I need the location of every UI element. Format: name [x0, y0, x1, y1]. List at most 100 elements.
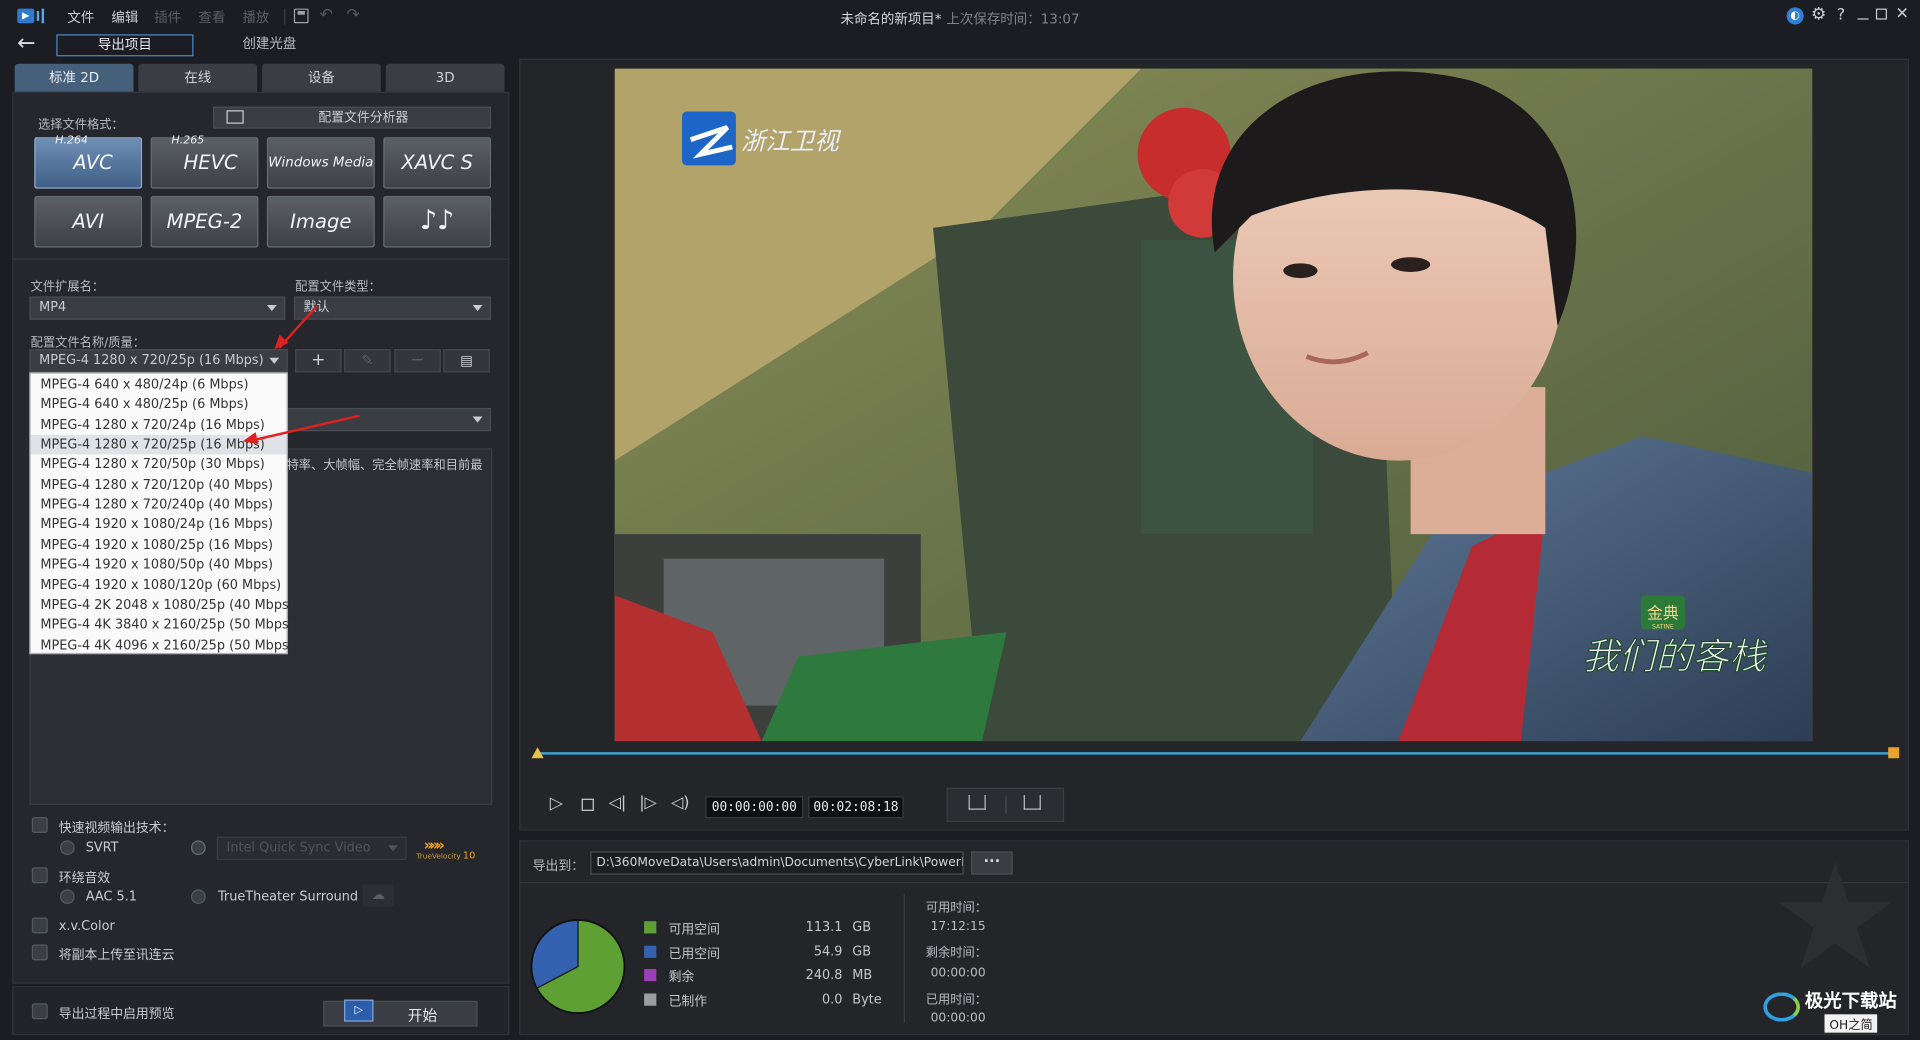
- start-button[interactable]: ▷ 开始: [323, 999, 478, 1027]
- window-title: 未命名的新项目* 上次保存时间：13:07: [0, 9, 1920, 29]
- profile-name-select[interactable]: MPEG-4 1280 x 720/25p (16 Mbps): [29, 349, 288, 373]
- video-preview: 浙江卫视 金典 SATINE 我们的客栈: [614, 68, 1813, 742]
- truetheater-settings-icon[interactable]: ☁: [362, 884, 395, 907]
- elapsed-time-label: 已用时间：: [925, 993, 987, 1007]
- profile-dropdown-list: MPEG-4 640 x 480/24p (6 Mbps) MPEG-4 640 …: [29, 372, 294, 655]
- profile-type-select[interactable]: 默认: [293, 296, 492, 320]
- format-image-button[interactable]: Image: [266, 196, 375, 248]
- help-icon[interactable]: ?: [1837, 6, 1845, 24]
- restore-icon[interactable]: [1875, 8, 1887, 20]
- svrt-radio[interactable]: [60, 840, 75, 856]
- dropdown-option[interactable]: MPEG-4 1280 x 720/240p (40 Mbps): [31, 495, 287, 515]
- tab-online[interactable]: 在线: [138, 63, 258, 92]
- tab-device[interactable]: 设备: [262, 63, 381, 92]
- profile-details-button[interactable]: ▤: [443, 349, 490, 373]
- legend-swatch: [644, 921, 657, 934]
- format-wmv-button[interactable]: Windows Media: [266, 137, 375, 189]
- close-icon[interactable]: ✕: [1896, 5, 1909, 23]
- site-watermark: 极光下载站 OH之简: [1763, 987, 1915, 1036]
- timeline-end-marker[interactable]: [1888, 747, 1900, 759]
- dropdown-option[interactable]: MPEG-4 1280 x 720/24p (16 Mbps): [31, 415, 287, 435]
- upload-cloud-checkbox[interactable]: [31, 944, 48, 961]
- truevelocity-text: TrueVelocity: [416, 852, 461, 862]
- elapsed-time-value: 00:00:00: [930, 1011, 986, 1026]
- dropdown-option[interactable]: MPEG-4 1280 x 720/50p (30 Mbps): [31, 455, 287, 475]
- file-extension-label: 文件扩展名：: [30, 280, 105, 294]
- aac-radio[interactable]: [60, 889, 75, 905]
- available-time-label: 可用时间：: [925, 901, 987, 916]
- format-audio-button[interactable]: ♪♪: [383, 196, 492, 248]
- add-profile-button[interactable]: +: [295, 349, 342, 373]
- file-extension-select[interactable]: MP4: [29, 296, 286, 320]
- dropdown-option[interactable]: MPEG-4 1920 x 1080/50p (40 Mbps): [31, 555, 287, 575]
- start-film-icon: ▷: [344, 999, 374, 1022]
- back-arrow-icon[interactable]: ←: [17, 31, 35, 57]
- format-avc-button[interactable]: H.264 AVC: [34, 135, 143, 189]
- mark-in-icon[interactable]: [968, 795, 986, 810]
- dropdown-option[interactable]: MPEG-4 1920 x 1080/24p (16 Mbps): [31, 515, 287, 535]
- mark-out-icon[interactable]: [1023, 795, 1041, 810]
- edit-profile-button[interactable]: ✎: [344, 349, 391, 373]
- dropdown-option[interactable]: MPEG-4 4K 4096 x 2160/25p (50 Mbps): [31, 635, 293, 655]
- analyzer-icon: [226, 110, 244, 124]
- project-name: 未命名的新项目*: [840, 11, 942, 27]
- gear-icon[interactable]: ⚙: [1811, 5, 1826, 25]
- play-icon[interactable]: ▷: [550, 794, 563, 814]
- dropdown-option[interactable]: MPEG-4 640 x 480/25p (6 Mbps): [31, 395, 287, 415]
- timeline-start-marker[interactable]: [531, 747, 544, 759]
- file-extension-value: MP4: [39, 300, 67, 315]
- surround-checkbox[interactable]: [31, 867, 48, 884]
- notification-icon[interactable]: ◐: [1786, 7, 1804, 25]
- tab-standard-2d[interactable]: 标准 2D: [14, 63, 134, 92]
- legend-unit: GB: [852, 943, 872, 959]
- dropdown-option[interactable]: MPEG-4 640 x 480/24p (6 Mbps): [31, 375, 287, 395]
- format-mpeg2-button[interactable]: MPEG-2: [150, 196, 259, 248]
- browse-button[interactable]: ···: [971, 851, 1013, 875]
- preview-during-export-checkbox[interactable]: [31, 1003, 48, 1020]
- surround-label: 环绕音效: [58, 870, 111, 886]
- legend-swatch: [644, 993, 657, 1006]
- dropdown-option[interactable]: MPEG-4 4K 3840 x 2160/25p (50 Mbps): [31, 615, 293, 635]
- legend-unit: MB: [852, 967, 873, 983]
- export-to-label: 导出到：: [532, 858, 585, 874]
- legend-value: 0.0: [822, 992, 843, 1007]
- format-xavcs-button[interactable]: XAVC S: [383, 137, 492, 189]
- intel-quicksync-value: Intel Quick Sync Video: [226, 840, 371, 856]
- dropdown-option[interactable]: MPEG-4 2K 2048 x 1080/25p (40 Mbps): [31, 595, 293, 615]
- remove-profile-button[interactable]: −: [394, 349, 441, 373]
- profile-analyzer-button[interactable]: 配置文件分析器: [213, 106, 492, 129]
- tab-3d[interactable]: 3D: [385, 63, 505, 92]
- intel-radio[interactable]: [191, 840, 206, 856]
- next-frame-icon[interactable]: |▷: [639, 794, 657, 812]
- fast-video-label: 快速视频输出技术：: [58, 820, 175, 836]
- minimize-icon[interactable]: [1857, 18, 1869, 20]
- format-hevc-button[interactable]: H.265 HEVC: [150, 135, 259, 189]
- format-avi-button[interactable]: AVI: [34, 196, 143, 248]
- truetheater-radio[interactable]: [191, 889, 206, 905]
- aac-label: AAC 5.1: [85, 889, 137, 905]
- stop-icon[interactable]: [581, 798, 594, 811]
- legend-swatch: [644, 945, 657, 958]
- legend-value: 113.1: [805, 919, 843, 935]
- dropdown-option[interactable]: MPEG-4 1920 x 1080/25p (16 Mbps): [31, 535, 287, 555]
- legend-value: 54.9: [813, 943, 843, 959]
- legend-unit: Byte: [852, 992, 882, 1007]
- volume-icon[interactable]: ◁): [671, 794, 689, 812]
- dropdown-option[interactable]: MPEG-4 1280 x 720/120p (40 Mbps): [31, 475, 287, 495]
- prev-frame-icon[interactable]: ◁|: [609, 794, 627, 812]
- channel-logo-text: 浙江卫视: [741, 126, 842, 155]
- show-sponsor-sub: SATINE: [1652, 623, 1674, 630]
- remaining-time-label: 剩余时间：: [925, 946, 987, 961]
- profile-type-label: 配置文件类型：: [295, 280, 381, 294]
- timeline-track[interactable]: [535, 752, 1897, 755]
- dropdown-option[interactable]: MPEG-4 1920 x 1080/120p (60 Mbps): [31, 575, 287, 595]
- intel-quicksync-select[interactable]: Intel Quick Sync Video: [216, 836, 407, 860]
- xvcolor-checkbox[interactable]: [31, 917, 48, 934]
- tab-create-disc[interactable]: 创建光盘: [211, 34, 329, 56]
- secondary-select[interactable]: [286, 407, 492, 432]
- export-path-field[interactable]: D:\360MoveData\Users\admin\Documents\Cyb…: [590, 851, 964, 875]
- title-bar: 文件 编辑 插件 查看 播放 ↶ ↷ 未命名的新项目* 上次保存时间：13:07 …: [0, 0, 1920, 35]
- disk-usage-pie: [530, 919, 626, 1014]
- fast-video-checkbox[interactable]: [31, 817, 48, 833]
- tab-export-project[interactable]: 导出项目: [56, 34, 194, 57]
